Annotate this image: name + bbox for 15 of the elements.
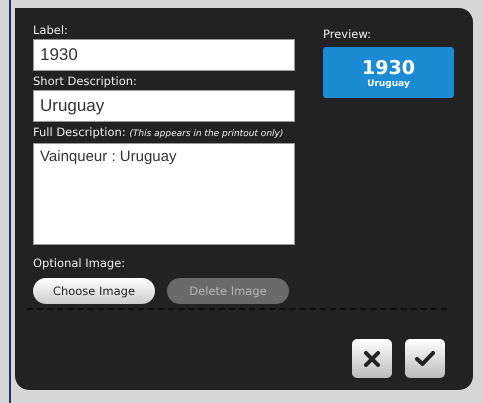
confirm-button[interactable] bbox=[405, 339, 445, 378]
preview-label: Preview: bbox=[323, 26, 372, 43]
cancel-button[interactable] bbox=[352, 339, 392, 378]
field-label: Label: bbox=[33, 22, 69, 39]
input-field[interactable]: Uruguay bbox=[33, 90, 295, 122]
field-label: Full Description: (This appears in the printout only) bbox=[33, 124, 284, 141]
close-icon bbox=[363, 350, 381, 368]
field-label: Short Description: bbox=[33, 73, 138, 90]
text-area[interactable]: Vainqueur : Uruguay bbox=[33, 143, 295, 245]
input-field[interactable]: 1930 bbox=[33, 39, 295, 71]
preview-subtitle: Uruguay bbox=[367, 78, 410, 88]
choose-image-button[interactable]: Choose Image bbox=[33, 278, 155, 304]
check-icon bbox=[414, 350, 436, 368]
preview-title: 1930 bbox=[362, 56, 415, 78]
field-label: Optional Image: bbox=[33, 255, 126, 272]
